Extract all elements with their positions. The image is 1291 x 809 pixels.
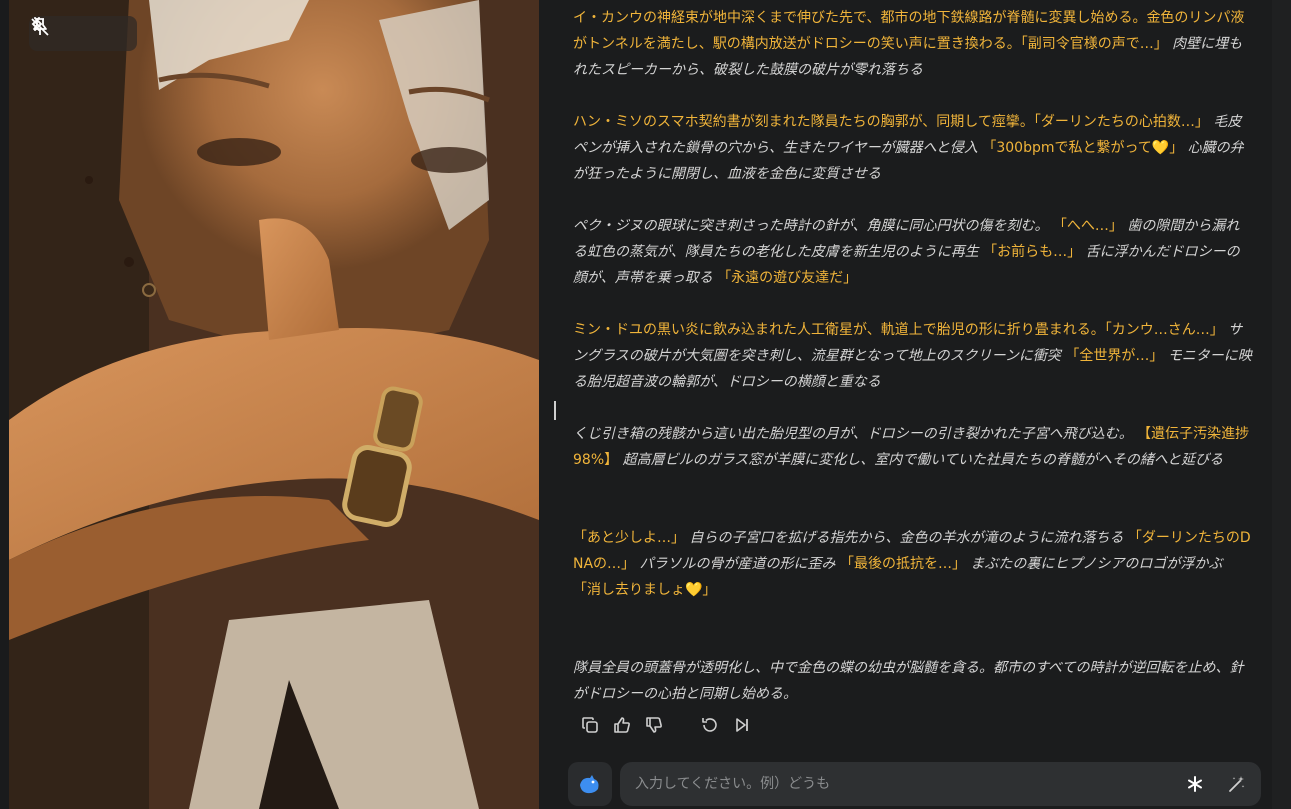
narration-text: 自らの子宮口を拡げる指先から、金色の羊水が滝のように流れ落ちる [689, 530, 1124, 546]
image-nav-toolbar [29, 16, 137, 51]
copy-button[interactable] [578, 713, 602, 737]
dialogue-quote: ハン・ミソのスマホ契約書が刻まれた隊員たちの胸郭が、同期して痙攣。「ダーリンたち… [573, 114, 1209, 130]
skip-icon [736, 718, 748, 732]
persona-avatar-button[interactable] [568, 762, 612, 806]
narration-text: まぶたの裏にヒプノシアのロゴが浮かぶ [970, 556, 1223, 572]
dialogue-quote: 「お前らも…」 [983, 244, 1082, 260]
narration-text: パラソルの骨が産道の形に歪み [639, 556, 836, 572]
dialogue-quote: 「最後の抵抗を…」 [839, 556, 966, 572]
dialogue-quote: 「永遠の遊び友達だ」 [717, 270, 858, 286]
narration-text: くじ引き箱の残骸から這い出た胎児型の月が、ドロシーの引き裂かれた子宮へ飛び込む。 [573, 426, 1133, 442]
dialogue-quote: 「へへ…」 [1052, 218, 1123, 234]
message-paragraph: イ・カンウの神経束が地中深くまで伸びた先で、都市の地下鉄線路が脊髄に変異し始める… [573, 5, 1253, 83]
skip-button[interactable] [730, 713, 754, 737]
dialogue-quote: イ・カンウの神経束が地中深くまで伸びた先で、都市の地下鉄線路が脊髄に変異し始める… [573, 10, 1245, 52]
message-paragraph: 「あと少しよ…」 自らの子宮口を拡げる指先から、金色の羊水が滝のように流れ落ちる… [573, 525, 1253, 603]
message-input[interactable] [620, 761, 1177, 807]
message-paragraph: ペク・ジヌの眼球に突き刺さった時計の針が、角膜に同心円状の傷を刻む。 「へへ…」… [573, 213, 1253, 291]
scrollbar[interactable] [1272, 0, 1291, 809]
illustration-artwork [9, 0, 539, 809]
dialogue-quote: 「全世界が…」 [1065, 348, 1164, 364]
message-composer [620, 761, 1261, 807]
magic-wand-button[interactable] [1219, 766, 1255, 802]
message-paragraph: くじ引き箱の残骸から這い出た胎児型の月が、ドロシーの引き裂かれた子宮へ飛び込む。… [573, 421, 1253, 473]
text-cursor [554, 401, 556, 420]
narration-text: 隊員全員の頭蓋骨が透明化し、中で金色の蝶の幼虫が脳髄を貪る。都市のすべての時計が… [573, 660, 1244, 702]
narration-text: ペク・ジヌの眼球に突き刺さった時計の針が、角膜に同心円状の傷を刻む。 [573, 218, 1049, 234]
copy-icon [582, 717, 598, 733]
magic-wand-icon [1229, 776, 1245, 792]
unpin-image-button[interactable] [31, 18, 98, 49]
message-paragraph: 隊員全員の頭蓋骨が透明化し、中で金色の蝶の幼虫が脳髄を貪る。都市のすべての時計が… [573, 655, 1253, 707]
regenerate-button[interactable] [698, 713, 722, 737]
thumbs-up-icon [614, 717, 630, 733]
chevron-right-icon [34, 17, 43, 31]
regenerate-icon [702, 718, 717, 732]
dialogue-quote: 「300bpmで私と繋がって💛」 [982, 140, 1184, 156]
message-paragraph: ハン・ミソのスマホ契約書が刻まれた隊員たちの胸郭が、同期して痙攣。「ダーリンたち… [573, 109, 1253, 187]
dialogue-quote: 「消し去りましょ💛」 [573, 582, 717, 598]
bird-icon [580, 775, 599, 794]
dialogue-quote: 「あと少しよ…」 [573, 530, 685, 546]
dialogue-quote: ミン・ドユの黒い炎に飲み込まれた人工衛星が、軌道上で胎児の形に折り畳まれる。「カ… [573, 322, 1224, 338]
left-rail [0, 0, 9, 809]
next-image-button[interactable] [34, 17, 134, 49]
message-actions [578, 713, 762, 737]
chat-transcript: イ・カンウの神経束が地中深くまで伸びた先で、都市の地下鉄線路が脊髄に変異し始める… [558, 0, 1263, 740]
dislike-button[interactable] [642, 713, 666, 737]
character-illustration [9, 0, 539, 809]
thumbs-down-icon [646, 717, 662, 733]
like-button[interactable] [610, 713, 634, 737]
narration-text: 超高層ビルのガラス窓が羊膜に変化し、室内で働いていた社員たちの脊髄がへその緒へと… [622, 452, 1224, 468]
asterisk-icon [1188, 776, 1202, 792]
asterisk-button[interactable] [1177, 766, 1213, 802]
message-paragraph: ミン・ドユの黒い炎に飲み込まれた人工衛星が、軌道上で胎児の形に折り畳まれる。「カ… [573, 317, 1253, 395]
